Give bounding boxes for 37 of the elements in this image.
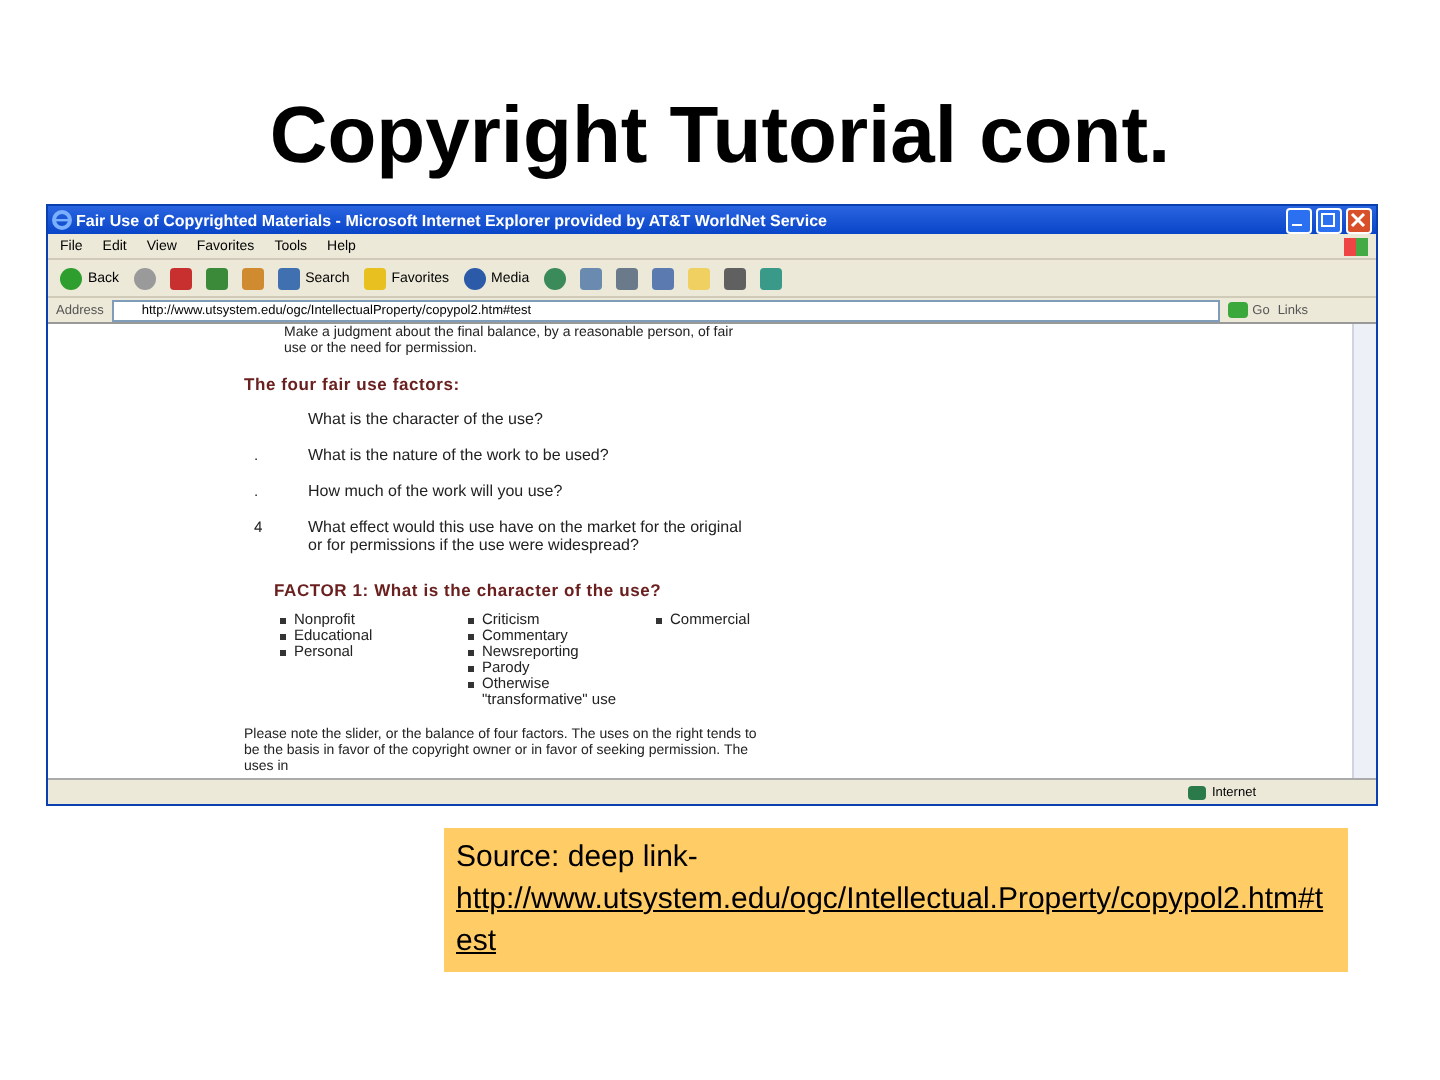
toolbar-icon[interactable] [615,267,638,289]
browser-logo-icon [52,210,72,230]
window-title: Fair Use of Copyrighted Materials - Microsoft Internet Explorer provided by AT&T WorldNet Service [76,211,829,229]
bullet-icon [468,634,474,640]
toolbar-icon[interactable] [241,267,264,289]
toolbar-icon[interactable] [651,267,674,289]
bullet-icon [656,618,662,624]
bullet-icon [280,634,286,640]
scrollbar[interactable] [1352,324,1376,778]
section-heading: FACTOR 1: What is the character of the use? [274,582,664,600]
minimize-button[interactable] [1286,207,1312,233]
toolbar-icon[interactable] [579,267,602,289]
maximize-icon [1318,209,1338,229]
bullet-icon [468,618,474,624]
minimize-icon [1292,223,1302,226]
toolbar-icon[interactable] [759,267,782,289]
section-heading: The four fair use factors: [244,376,462,394]
bullet-icon [280,650,286,656]
caption-label: Source: deep link- [456,838,700,878]
factor-question: What effect would this use have on the market for the original or for permissions if the use were widespread? [308,518,744,554]
bullet-icon [468,682,474,688]
toolbar-icon[interactable] [723,267,746,289]
close-icon [1348,209,1368,229]
source-link[interactable]: http://www.utsystem.edu/ogc/Intellectual.Property/copypol2.htm#test [456,878,1336,962]
bullet-icon [468,650,474,656]
toolbar-icon[interactable] [205,267,228,289]
maximize-button[interactable] [1316,207,1342,233]
toolbar-icon[interactable] [169,267,192,289]
factor-question: What is the character of the use? [308,410,545,428]
close-button[interactable] [1346,207,1372,233]
bullet-icon [280,618,286,624]
toolbar-icon[interactable] [133,267,156,289]
bullet-icon [468,666,474,672]
slide-title: Copyright Tutorial cont. [269,90,1171,184]
toolbar-icon[interactable] [543,267,566,289]
factor-question: How much of the work will you use? [308,482,565,500]
factor-question: What is the nature of the work to be used? [308,446,611,464]
